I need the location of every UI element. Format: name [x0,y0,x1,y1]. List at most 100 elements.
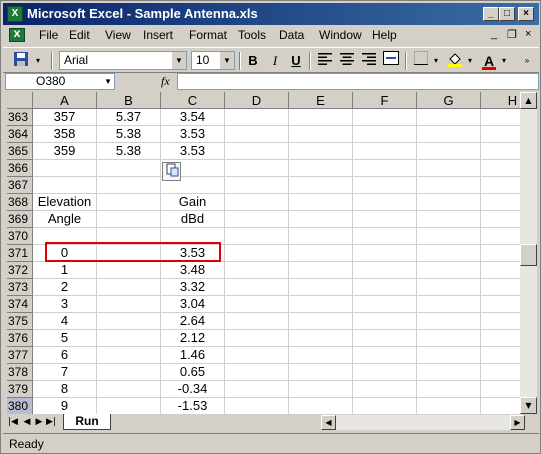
cell-g378[interactable] [417,364,481,381]
cell-h365[interactable] [481,143,520,160]
row-header[interactable]: 377 [7,347,33,364]
row-header[interactable]: 380 [7,398,33,414]
column-header-a[interactable]: A [33,92,97,109]
italic-button[interactable]: I [265,51,285,71]
cell-g367[interactable] [417,177,481,194]
minimize-button[interactable]: _ [483,7,499,21]
cell-a373[interactable]: 2 [33,279,97,296]
scroll-left-icon[interactable]: ◀ [321,415,336,430]
cell-d371[interactable] [225,245,289,262]
cell-h373[interactable] [481,279,520,296]
cell-e377[interactable] [289,347,353,364]
cell-e379[interactable] [289,381,353,398]
cell-d378[interactable] [225,364,289,381]
cell-h374[interactable] [481,296,520,313]
cell-a376[interactable]: 5 [33,330,97,347]
cell-f364[interactable] [353,126,417,143]
cell-c363[interactable]: 3.54 [161,109,225,126]
cell-b379[interactable] [97,381,161,398]
menu-window[interactable]: Window [319,28,362,42]
cell-f376[interactable] [353,330,417,347]
cell-a369[interactable]: Angle [33,211,97,228]
cell-e364[interactable] [289,126,353,143]
formula-input[interactable] [177,73,539,90]
cell-d374[interactable] [225,296,289,313]
row-header[interactable]: 369 [7,211,33,228]
cell-g380[interactable] [417,398,481,414]
cell-c378[interactable]: 0.65 [161,364,225,381]
cell-a367[interactable] [33,177,97,194]
name-box[interactable]: O380 ▼ [5,73,115,90]
cell-f371[interactable] [353,245,417,262]
cell-e366[interactable] [289,160,353,177]
align-left-icon[interactable] [315,51,335,71]
doc-minimize-button[interactable]: _ [491,28,497,40]
scroll-up-icon[interactable]: ▲ [520,92,537,109]
cell-g369[interactable] [417,211,481,228]
cell-b371[interactable] [97,245,161,262]
cell-f369[interactable] [353,211,417,228]
cell-a364[interactable]: 358 [33,126,97,143]
cell-e373[interactable] [289,279,353,296]
cell-e378[interactable] [289,364,353,381]
cell-f374[interactable] [353,296,417,313]
toolbar-options-icon[interactable]: ▾ [33,51,43,71]
cell-f372[interactable] [353,262,417,279]
cell-a379[interactable]: 8 [33,381,97,398]
maximize-button[interactable]: □ [499,7,515,21]
cell-h369[interactable] [481,211,520,228]
font-color-icon[interactable]: A [479,51,499,71]
cell-a377[interactable]: 6 [33,347,97,364]
column-header-h[interactable]: H [481,92,520,109]
cell-a372[interactable]: 1 [33,262,97,279]
font-size-select[interactable]: 10 ▼ [191,51,235,70]
cell-b363[interactable]: 5.37 [97,109,161,126]
cell-d375[interactable] [225,313,289,330]
cell-g371[interactable] [417,245,481,262]
cell-a371[interactable]: 0 [33,245,97,262]
cell-h378[interactable] [481,364,520,381]
borders-icon[interactable] [411,51,431,71]
column-header-f[interactable]: F [353,92,417,109]
cell-e376[interactable] [289,330,353,347]
cell-b378[interactable] [97,364,161,381]
row-header[interactable]: 366 [7,160,33,177]
font-name-select[interactable]: Arial ▼ [59,51,187,70]
cell-a370[interactable] [33,228,97,245]
cell-d363[interactable] [225,109,289,126]
column-header-d[interactable]: D [225,92,289,109]
cell-d372[interactable] [225,262,289,279]
cell-f367[interactable] [353,177,417,194]
row-header[interactable]: 379 [7,381,33,398]
cell-f370[interactable] [353,228,417,245]
cell-f366[interactable] [353,160,417,177]
cell-c370[interactable] [161,228,225,245]
menu-help[interactable]: Help [372,28,397,42]
cell-a365[interactable]: 359 [33,143,97,160]
cell-h367[interactable] [481,177,520,194]
row-header[interactable]: 372 [7,262,33,279]
cell-f379[interactable] [353,381,417,398]
cell-h376[interactable] [481,330,520,347]
fill-color-icon[interactable] [445,51,465,71]
cell-c365[interactable]: 3.53 [161,143,225,160]
column-header-c[interactable]: C [161,92,225,109]
cell-a366[interactable] [33,160,97,177]
cell-g363[interactable] [417,109,481,126]
cell-c373[interactable]: 3.32 [161,279,225,296]
cell-e365[interactable] [289,143,353,160]
cell-g368[interactable] [417,194,481,211]
cell-b365[interactable]: 5.38 [97,143,161,160]
cell-g370[interactable] [417,228,481,245]
next-sheet-icon[interactable]: ▶ [33,416,45,429]
menu-edit[interactable]: Edit [69,28,90,42]
cell-c377[interactable]: 1.46 [161,347,225,364]
cell-b364[interactable]: 5.38 [97,126,161,143]
scroll-right-icon[interactable]: ▶ [510,415,525,430]
cell-d366[interactable] [225,160,289,177]
cell-b370[interactable] [97,228,161,245]
cell-c380[interactable]: -1.53 [161,398,225,414]
cell-h366[interactable] [481,160,520,177]
save-icon[interactable] [11,51,31,71]
horizontal-scrollbar[interactable]: ◀ ▶ [321,415,525,430]
